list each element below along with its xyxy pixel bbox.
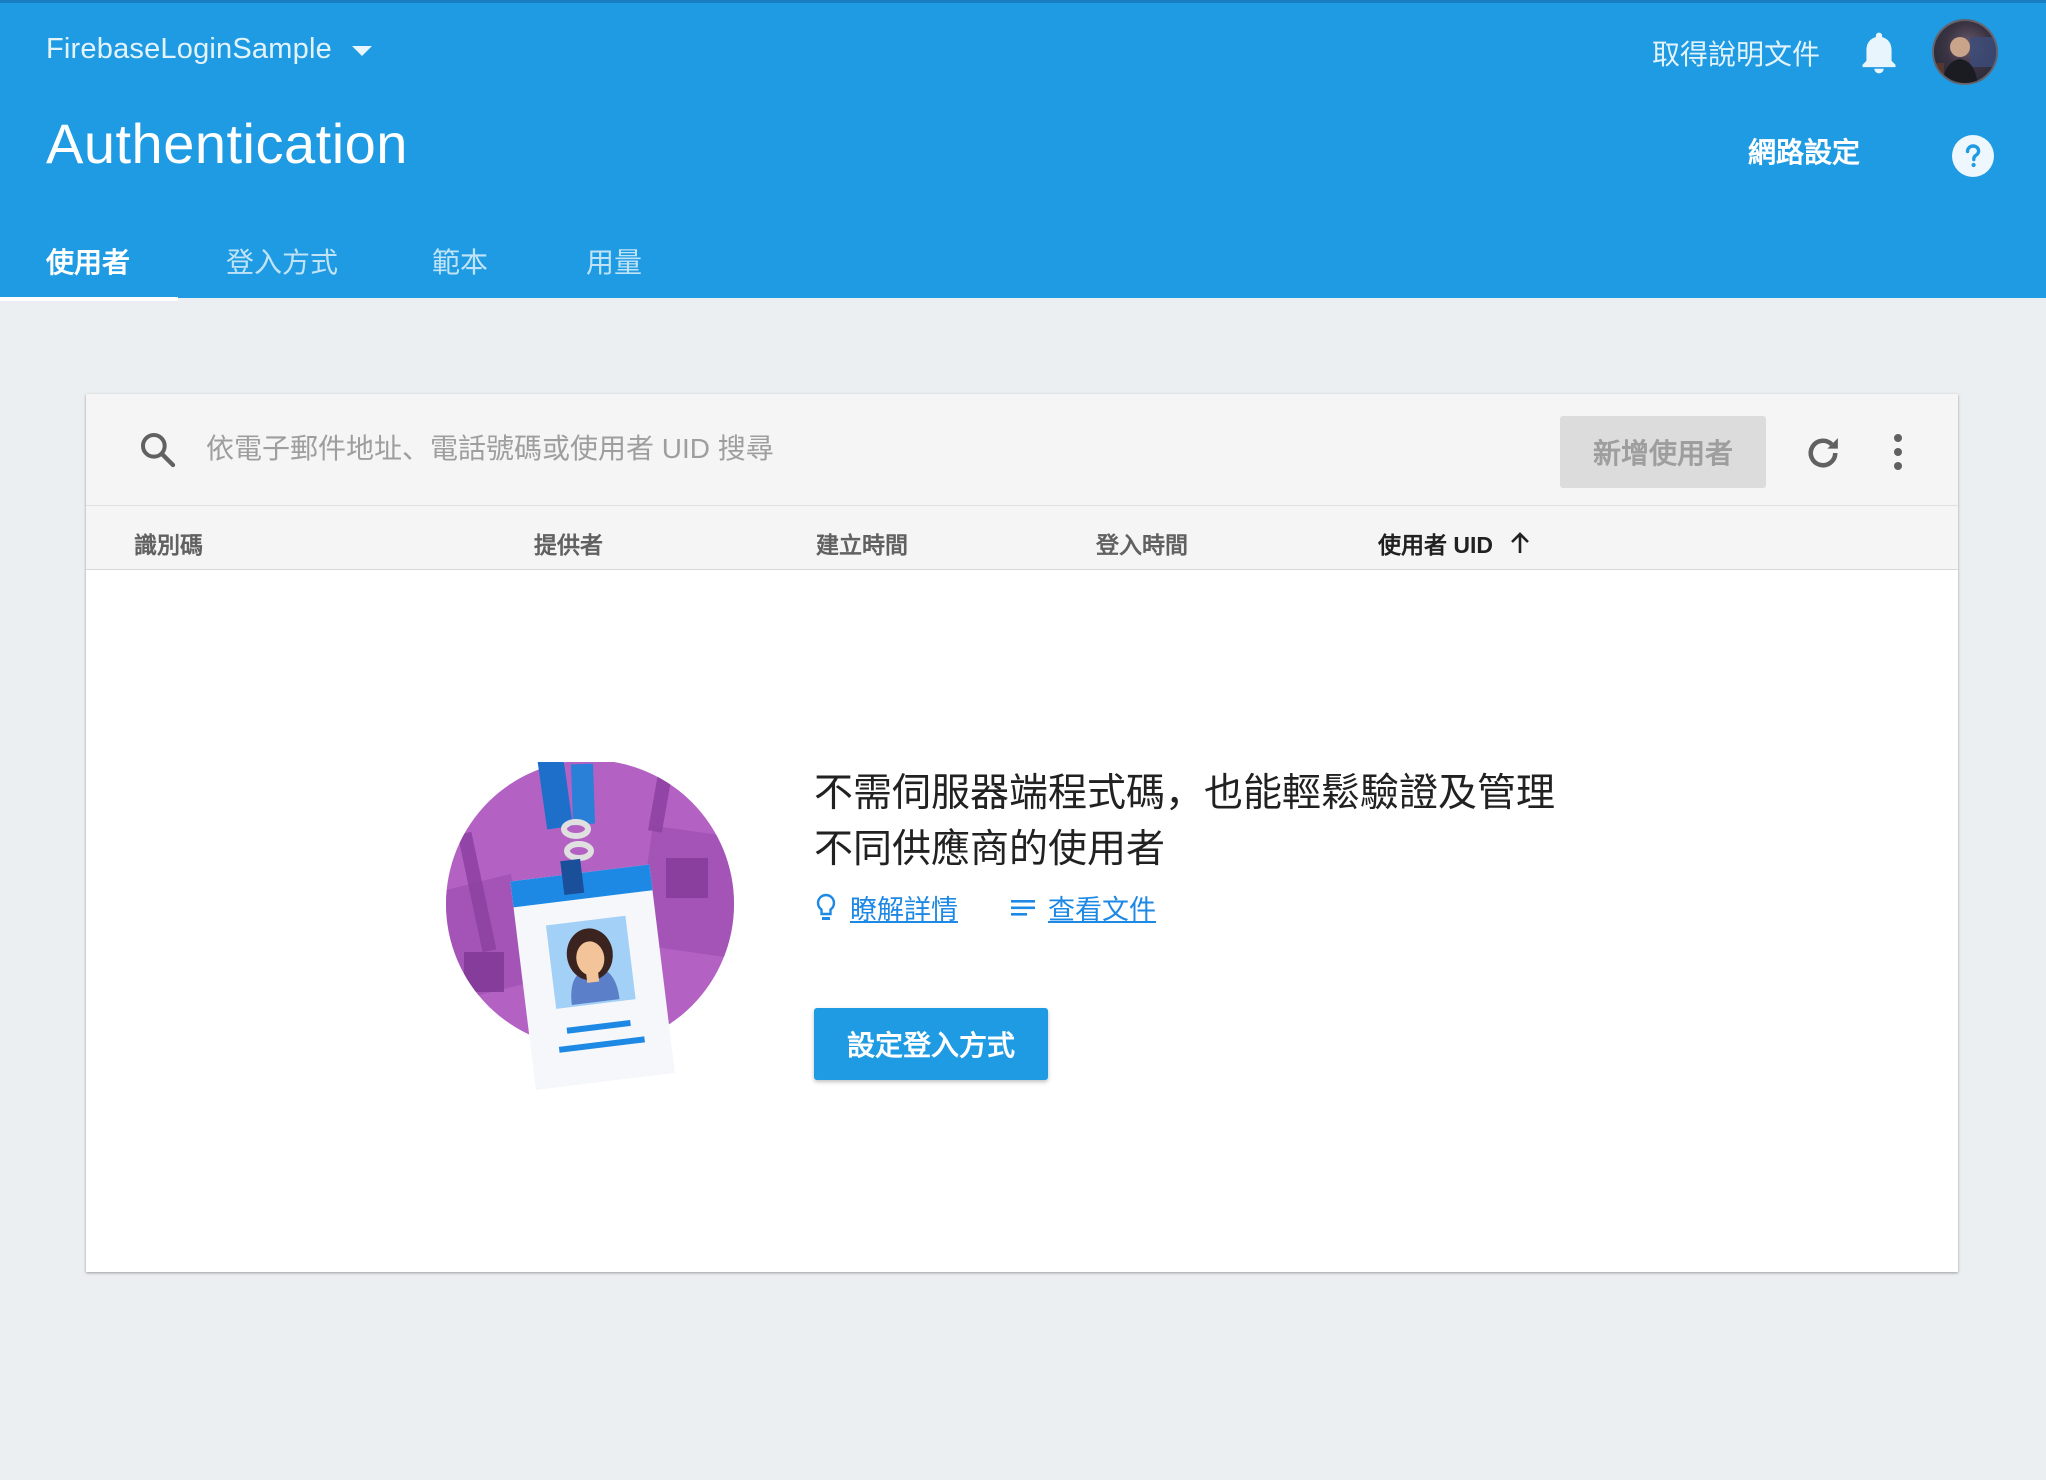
empty-state-title: 不需伺服器端程式碼，也能輕鬆驗證及管理 不同供應商的使用者	[814, 766, 1634, 878]
tab-sign-in-method[interactable]: 登入方式	[178, 233, 386, 301]
project-name: FirebaseLoginSample	[46, 33, 332, 65]
bell-icon[interactable]	[1860, 31, 1898, 75]
more-vert-icon[interactable]	[1892, 432, 1904, 472]
refresh-icon[interactable]	[1802, 432, 1844, 474]
lightbulb-icon	[816, 893, 836, 920]
column-user-uid-label: 使用者 UID	[1378, 532, 1493, 558]
app-header: FirebaseLoginSample Authentication 取得說明文…	[0, 0, 2046, 301]
add-user-button[interactable]: 新增使用者	[1560, 416, 1766, 488]
tab-templates[interactable]: 範本	[386, 233, 534, 301]
learn-more-link[interactable]: 瞭解詳情	[814, 888, 958, 927]
help-circle-icon[interactable]	[1952, 135, 1994, 177]
tab-users[interactable]: 使用者	[0, 233, 178, 301]
users-toolbar: 新增使用者	[86, 394, 1958, 506]
column-signed-in[interactable]: 登入時間	[1096, 526, 1188, 560]
project-picker[interactable]: FirebaseLoginSample	[46, 33, 372, 66]
empty-state-title-line2: 不同供應商的使用者	[814, 828, 1166, 871]
id-badge-illustration	[446, 762, 734, 1090]
doc-lines-icon	[1011, 899, 1035, 916]
table-header: 識別碼 提供者 建立時間 登入時間 使用者 UID	[86, 506, 1958, 570]
help-docs-link[interactable]: 取得說明文件	[1652, 33, 1820, 73]
tab-usage[interactable]: 用量	[534, 233, 688, 301]
column-created[interactable]: 建立時間	[816, 526, 908, 560]
avatar[interactable]	[1932, 19, 1998, 85]
search-input[interactable]	[206, 420, 1106, 478]
view-docs-link[interactable]: 查看文件	[1010, 888, 1156, 927]
column-identifier[interactable]: 識別碼	[134, 526, 203, 560]
learn-more-text: 瞭解詳情	[850, 895, 958, 925]
column-provider[interactable]: 提供者	[534, 526, 603, 560]
setup-sign-in-method-button[interactable]: 設定登入方式	[814, 1008, 1048, 1080]
empty-state-title-line1: 不需伺服器端程式碼，也能輕鬆驗證及管理	[814, 772, 1556, 815]
arrow-up-icon	[1511, 532, 1529, 553]
page-title: Authentication	[46, 112, 408, 175]
users-card: 新增使用者 識別碼 提供者 建立時間 登入時間 使用者 UID	[86, 394, 1958, 1272]
tab-bar: 使用者 登入方式 範本 用量	[0, 233, 688, 301]
column-user-uid[interactable]: 使用者 UID	[1378, 526, 1531, 560]
search-icon	[141, 433, 176, 468]
view-docs-text: 查看文件	[1048, 895, 1156, 925]
network-settings-link[interactable]: 網路設定	[1748, 131, 1860, 171]
empty-state-links: 瞭解詳情 查看文件	[814, 888, 1156, 927]
caret-down-icon	[351, 46, 372, 56]
